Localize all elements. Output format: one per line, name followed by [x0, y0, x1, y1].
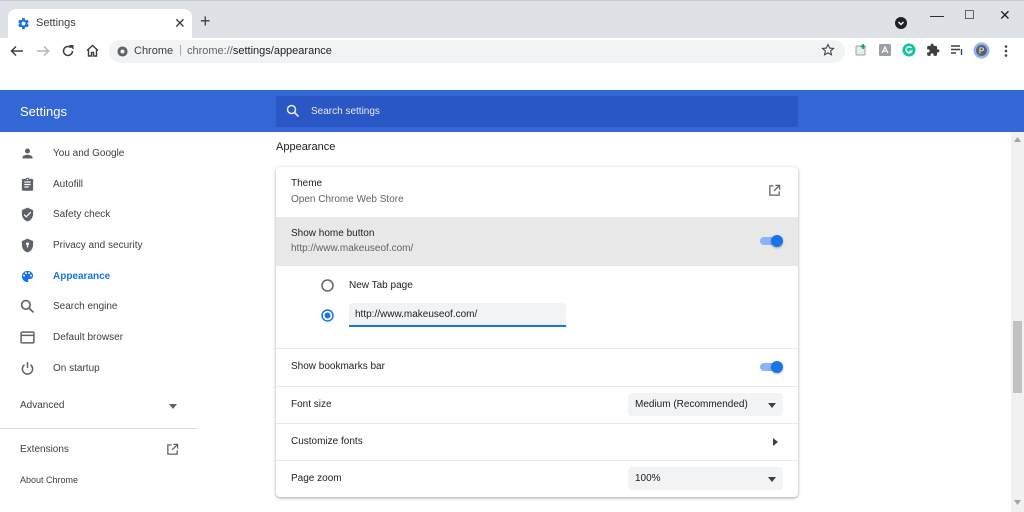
page-zoom-label: Page zoom: [291, 473, 342, 484]
font-size-row: Font size Medium (Recommended): [276, 387, 798, 424]
page-zoom-select[interactable]: 100%: [628, 467, 783, 490]
scroll-up-arrow-icon[interactable]: [1014, 137, 1021, 142]
sidebar-item-autofill[interactable]: Autofill: [0, 170, 230, 200]
back-icon[interactable]: [10, 44, 24, 58]
minimize-button[interactable]: —: [930, 7, 944, 23]
reading-list-icon[interactable]: [950, 43, 964, 57]
avatar[interactable]: P: [973, 42, 990, 59]
scroll-down-arrow-icon[interactable]: [1014, 500, 1021, 505]
bookmarks-bar-toggle[interactable]: [758, 360, 784, 374]
svg-text:P: P: [979, 47, 984, 56]
toolbar: Chrome | chrome://settings/appearance P: [0, 38, 1024, 65]
page-zoom-value: 100%: [635, 473, 661, 484]
bookmark-star-icon[interactable]: [821, 43, 835, 57]
power-icon: [20, 361, 35, 376]
sidebar-divider: [0, 428, 198, 429]
custom-url-value: http://www.makeuseof.com/: [355, 309, 478, 320]
window-close-button[interactable]: ✕: [999, 7, 1011, 24]
font-size-value: Medium (Recommended): [635, 399, 748, 410]
settings-header: Settings Search settings: [0, 90, 1024, 132]
search-input[interactable]: Search settings: [276, 96, 798, 127]
radio-custom-url[interactable]: http://www.makeuseof.com/: [276, 302, 798, 332]
omnibox-separator: |: [179, 44, 182, 56]
sidebar-about-chrome[interactable]: About Chrome: [0, 468, 195, 492]
sidebar-item-default-browser[interactable]: Default browser: [0, 323, 230, 353]
shield-lock-icon: [20, 238, 35, 253]
browser-icon: [20, 330, 35, 345]
new-tab-label: New Tab page: [349, 280, 413, 291]
chevron-right-icon: [773, 438, 778, 446]
home-icon[interactable]: [85, 43, 100, 58]
scrollbar[interactable]: [1011, 132, 1024, 512]
appearance-card: Theme Open Chrome Web Store Show home bu…: [276, 167, 798, 497]
tab-title: Settings: [36, 17, 76, 29]
theme-row[interactable]: Theme Open Chrome Web Store: [276, 167, 798, 217]
dropdown-arrow-icon: [768, 477, 776, 482]
radio-unselected[interactable]: [321, 279, 334, 292]
home-button-toggle[interactable]: [758, 234, 784, 248]
page-title: Settings: [20, 104, 67, 119]
theme-sublabel: Open Chrome Web Store: [291, 194, 404, 205]
grammarly-icon[interactable]: [902, 43, 916, 57]
radio-selected[interactable]: [321, 309, 334, 322]
reload-icon[interactable]: [61, 44, 75, 58]
sidebar-extensions[interactable]: Extensions: [0, 438, 195, 462]
font-size-label: Font size: [291, 399, 332, 410]
forward-icon[interactable]: [36, 44, 50, 58]
maximize-button[interactable]: ☐: [964, 8, 975, 22]
theme-label: Theme: [291, 178, 323, 189]
home-button-label: Show home button: [291, 228, 375, 239]
new-tab-button[interactable]: +: [200, 12, 211, 30]
open-in-new-icon: [166, 443, 179, 456]
sidebar-item-you-and-google[interactable]: You and Google: [0, 139, 230, 169]
sidebar-item-on-startup[interactable]: On startup: [0, 354, 230, 384]
custom-url-input[interactable]: http://www.makeuseof.com/: [349, 303, 566, 327]
advanced-label: Advanced: [20, 400, 65, 411]
pdf-extension-icon[interactable]: [878, 43, 892, 57]
extensions-puzzle-icon[interactable]: [926, 43, 940, 57]
bookmarks-bar-row[interactable]: Show bookmarks bar: [276, 349, 798, 386]
tab-close-icon[interactable]: ✕: [174, 16, 186, 30]
tab-search-icon[interactable]: [894, 16, 908, 30]
url-text: chrome://settings/appearance: [187, 45, 332, 57]
customize-fonts-label: Customize fonts: [291, 436, 363, 447]
home-button-row[interactable]: Show home button http://www.makeuseof.co…: [276, 217, 798, 266]
bookmarks-bar-label: Show bookmarks bar: [291, 361, 385, 372]
shield-check-icon: [20, 207, 35, 222]
section-title: Appearance: [276, 141, 336, 153]
radio-new-tab-page[interactable]: New Tab page: [276, 274, 798, 300]
sidebar-item-privacy-and-security[interactable]: Privacy and security: [0, 231, 230, 261]
open-in-new-icon[interactable]: [768, 184, 781, 197]
extensions-label: Extensions: [20, 444, 69, 455]
person-icon: [20, 146, 35, 161]
more-menu-icon[interactable]: [1003, 44, 1009, 58]
page-zoom-row: Page zoom 100%: [276, 461, 798, 497]
sidebar-item-safety-check[interactable]: Safety check: [0, 200, 230, 230]
search-placeholder: Search settings: [311, 106, 380, 117]
sidebar-advanced[interactable]: Advanced: [0, 393, 195, 419]
font-size-select[interactable]: Medium (Recommended): [628, 393, 783, 416]
chrome-icon: [117, 46, 128, 57]
sidebar-item-search-engine[interactable]: Search engine: [0, 292, 230, 322]
tab-settings[interactable]: Settings ✕: [8, 9, 192, 39]
search-icon: [20, 299, 35, 314]
sidebar-item-appearance[interactable]: Appearance: [0, 262, 230, 292]
gear-icon: [17, 17, 30, 30]
about-label: About Chrome: [20, 475, 79, 485]
customize-fonts-row[interactable]: Customize fonts: [276, 424, 798, 461]
clipboard-icon: [20, 177, 35, 192]
search-icon: [286, 104, 300, 118]
site-label: Chrome: [134, 45, 174, 57]
home-button-sublabel: http://www.makeuseof.com/: [291, 243, 414, 254]
tab-strip: Settings ✕ + — ☐ ✕: [0, 0, 1024, 39]
dropdown-arrow-icon: [768, 403, 776, 408]
palette-icon: [20, 269, 35, 284]
scroll-thumb[interactable]: [1013, 321, 1022, 393]
chevron-down-icon: [169, 404, 177, 409]
omnibox[interactable]: Chrome | chrome://settings/appearance: [109, 40, 845, 63]
extension-plus-icon[interactable]: [854, 43, 868, 57]
